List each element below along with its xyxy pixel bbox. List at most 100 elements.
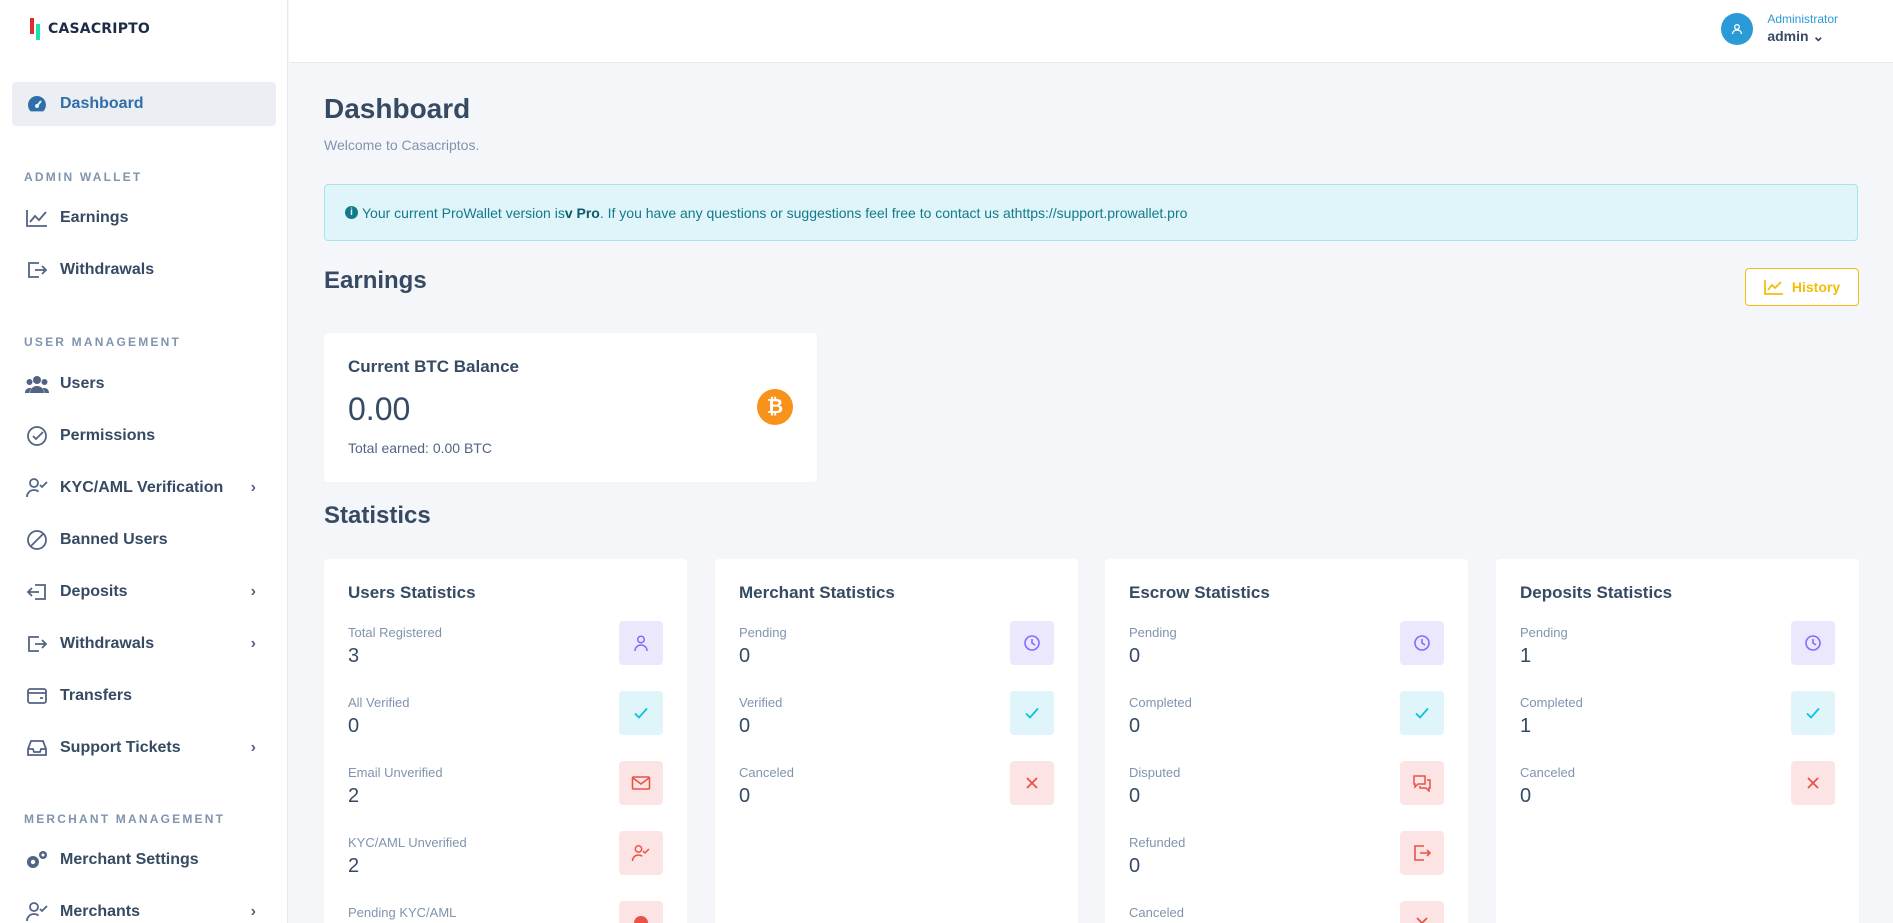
sidebar-item-earnings[interactable]: Earnings (12, 196, 276, 240)
check-icon (1400, 691, 1444, 735)
user-icon (619, 621, 663, 665)
check-icon (1791, 691, 1835, 735)
stat-value: 0 (739, 785, 751, 807)
btc-balance-card: Current BTC Balance 0.00 Total earned: 0… (324, 333, 817, 482)
mail-icon (619, 761, 663, 805)
sidebar-item-label: Permissions (60, 427, 156, 444)
stat-row: Pending 0 (1129, 621, 1444, 683)
stat-label: Completed (1520, 695, 1583, 710)
brand-name: CASACRIPTO (48, 21, 151, 37)
stat-row: Pending KYC/AML (348, 901, 663, 923)
stat-value: 0 (348, 715, 360, 737)
user-check-icon (619, 831, 663, 875)
history-label: History (1791, 279, 1841, 295)
sidebar-item-label: Transfers (60, 687, 133, 704)
wallet-icon (24, 684, 50, 708)
brand-logo[interactable]: CASACRIPTO (0, 0, 287, 58)
close-icon (1791, 761, 1835, 805)
version-alert: i Your current ProWallet version is v Pr… (324, 184, 1858, 241)
clock-icon (1400, 621, 1444, 665)
statistics-title: Statistics (324, 502, 431, 529)
sidebar-item-transfers[interactable]: Transfers (12, 674, 276, 718)
stat-label: Total Registered (348, 625, 442, 640)
merchant-statistics-card: Merchant Statistics Pending 0 Verified 0… (715, 559, 1078, 923)
stat-value: 2 (348, 785, 360, 807)
sidebar-item-label: KYC/AML Verification (60, 479, 224, 496)
stat-label: Email Unverified (348, 765, 443, 780)
history-button[interactable]: History (1745, 268, 1859, 306)
nav-heading-merchant-management: MERCHANT MANAGEMENT (24, 812, 226, 826)
stat-value: 0 (739, 645, 751, 667)
sidebar-item-withdrawals-wallet[interactable]: Withdrawals (12, 248, 276, 292)
user-check-icon (24, 476, 50, 500)
stat-value: 0 (1129, 645, 1141, 667)
sidebar: CASACRIPTO Dashboard ADMIN WALLET Earnin… (0, 0, 288, 923)
btc-balance-amount: 0.00 (348, 391, 411, 427)
alert-text-middle: . If you have any questions or suggestio… (599, 204, 1015, 221)
stat-value: 0 (1129, 785, 1141, 807)
stat-value: 0 (1129, 855, 1141, 877)
deposit-icon (24, 580, 50, 604)
sidebar-item-kyc-aml[interactable]: KYC/AML Verification › (12, 466, 276, 510)
sidebar-item-label: Banned Users (60, 531, 168, 548)
inbox-icon (24, 736, 50, 760)
sidebar-item-merchant-settings[interactable]: Merchant Settings (12, 838, 276, 882)
sidebar-item-banned-users[interactable]: Banned Users (12, 518, 276, 562)
stat-label: Canceled (739, 765, 794, 780)
chevron-right-icon: › (250, 739, 256, 756)
stat-row: Canceled (1129, 901, 1444, 923)
card-title: Current BTC Balance (348, 357, 519, 376)
user-avatar-icon (1721, 12, 1754, 45)
support-link[interactable]: https://support.prowallet.pro (1015, 205, 1188, 221)
check-icon (619, 691, 663, 735)
stat-value: 2 (348, 855, 360, 877)
stat-row: Verified 0 (739, 691, 1054, 753)
nav-heading-user-management: USER MANAGEMENT (24, 335, 182, 349)
stat-label: Pending KYC/AML (348, 905, 457, 920)
user-role: Administrator (1767, 12, 1838, 26)
escrow-statistics-card: Escrow Statistics Pending 0 Completed 0 … (1105, 559, 1468, 923)
close-icon (1400, 901, 1444, 923)
sidebar-item-deposits[interactable]: Deposits › (12, 570, 276, 614)
stat-label: Canceled (1520, 765, 1575, 780)
stat-label: All Verified (348, 695, 410, 710)
ban-icon (24, 528, 50, 552)
stat-row: Email Unverified 2 (348, 761, 663, 823)
stat-row: Canceled 0 (1520, 761, 1835, 823)
stat-value: 0 (739, 715, 751, 737)
nav-heading-admin-wallet: ADMIN WALLET (24, 170, 143, 184)
stat-row: All Verified 0 (348, 691, 663, 753)
stat-label: Disputed (1129, 765, 1181, 780)
alert-version: v Pro (564, 204, 600, 221)
line-chart-icon (1763, 280, 1783, 295)
sidebar-item-users[interactable]: Users (12, 362, 276, 406)
user-menu[interactable]: Administrator admin ⌄ (1721, 12, 1838, 45)
stat-label: Pending (739, 625, 787, 640)
top-header: Administrator admin ⌄ (289, 0, 1893, 63)
sidebar-item-permissions[interactable]: Permissions (12, 414, 276, 458)
sidebar-item-withdrawals[interactable]: Withdrawals › (12, 622, 276, 666)
deposits-statistics-card: Deposits Statistics Pending 1 Completed … (1496, 559, 1859, 923)
chevron-down-icon: ⌄ (1812, 28, 1825, 44)
close-icon (1010, 761, 1054, 805)
sidebar-item-label: Earnings (60, 209, 129, 226)
sidebar-item-label: Withdrawals (60, 635, 155, 652)
chevron-right-icon: › (250, 903, 256, 920)
user-check-icon (24, 900, 50, 923)
alert-icon (619, 901, 663, 923)
stat-label: Pending (1520, 625, 1568, 640)
sidebar-item-merchants[interactable]: Merchants › (12, 890, 276, 923)
clock-icon (1791, 621, 1835, 665)
dashboard-gauge-icon (24, 92, 50, 116)
gears-icon (24, 848, 50, 872)
sidebar-item-label: Merchants (60, 903, 141, 920)
sidebar-item-support-tickets[interactable]: Support Tickets › (12, 726, 276, 770)
users-icon (24, 372, 50, 396)
stat-row: Pending 0 (739, 621, 1054, 683)
sidebar-item-label: Merchant Settings (60, 851, 199, 868)
check-circle-icon (24, 424, 50, 448)
exit-icon (24, 632, 50, 656)
sidebar-item-label: Users (60, 375, 105, 392)
card-title: Users Statistics (348, 583, 476, 602)
sidebar-item-dashboard[interactable]: Dashboard (12, 82, 276, 126)
